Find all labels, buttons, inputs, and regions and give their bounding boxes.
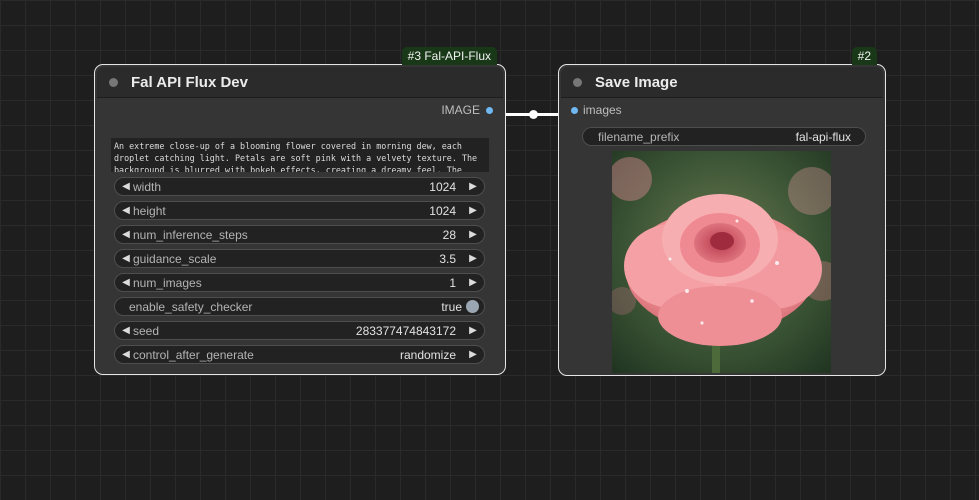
increment-arrow-icon[interactable]: ▶ <box>466 325 480 336</box>
decrement-arrow-icon[interactable]: ◀ <box>119 349 133 360</box>
widget-label: num_images <box>133 275 202 290</box>
widget-value: randomize <box>399 347 456 362</box>
decrement-arrow-icon[interactable]: ◀ <box>119 277 133 288</box>
output-label: IMAGE <box>441 103 480 117</box>
link-midpoint-handle[interactable] <box>529 110 538 119</box>
guidance-scale-widget[interactable]: ◀ guidance_scale 3.5 ▶ <box>114 249 485 268</box>
decrement-arrow-icon[interactable]: ◀ <box>119 205 133 216</box>
widget-value: 3.5 <box>439 251 456 266</box>
increment-arrow-icon[interactable]: ▶ <box>466 349 480 360</box>
widget-label: height <box>133 203 166 218</box>
increment-arrow-icon[interactable]: ▶ <box>466 181 480 192</box>
widget-label: enable_safety_checker <box>129 299 253 314</box>
widget-label: filename_prefix <box>598 129 680 144</box>
filename-prefix-field[interactable]: filename_prefix fal-api-flux <box>582 127 866 146</box>
node-title: Fal API Flux Dev <box>131 73 248 91</box>
widget-value: true <box>441 299 462 314</box>
node-title: Save Image <box>595 73 678 91</box>
widget-label: seed <box>133 323 160 338</box>
safety-checker-toggle[interactable]: enable_safety_checker true <box>114 297 485 316</box>
increment-arrow-icon[interactable]: ▶ <box>466 253 480 264</box>
output-dot-icon[interactable] <box>486 106 493 114</box>
input-label: images <box>583 103 622 117</box>
pink-rose-image <box>612 151 831 373</box>
decrement-arrow-icon[interactable]: ◀ <box>119 253 133 264</box>
decrement-arrow-icon[interactable]: ◀ <box>119 325 133 336</box>
image-preview <box>612 151 831 373</box>
widget-value: 1024 <box>429 203 456 218</box>
widget-value: 1024 <box>429 179 456 194</box>
num-inference-steps-widget[interactable]: ◀ num_inference_steps 28 ▶ <box>114 225 485 244</box>
widget-value: 28 <box>442 227 456 242</box>
widget-label: num_inference_steps <box>133 227 248 242</box>
increment-arrow-icon[interactable]: ▶ <box>466 277 480 288</box>
input-dot-icon[interactable] <box>571 106 578 114</box>
num-images-widget[interactable]: ◀ num_images 1 ▶ <box>114 273 485 292</box>
widget-value: 283377474843172 <box>355 323 456 338</box>
decrement-arrow-icon[interactable]: ◀ <box>119 229 133 240</box>
node-titlebar[interactable]: Fal API Flux Dev <box>97 67 503 98</box>
widget-label: guidance_scale <box>133 251 217 266</box>
node-id-badge: #3 Fal-API-Flux <box>401 47 497 65</box>
fal-api-flux-node[interactable]: #3 Fal-API-Flux Fal API Flux Dev IMAGE A… <box>94 47 506 375</box>
height-widget[interactable]: ◀ height 1024 ▶ <box>114 201 485 220</box>
increment-arrow-icon[interactable]: ▶ <box>466 205 480 216</box>
collapse-dot-icon[interactable] <box>573 77 582 87</box>
prompt-textarea[interactable]: An extreme close-up of a blooming flower… <box>111 138 489 172</box>
toggle-knob-icon[interactable] <box>466 300 479 313</box>
widget-value: 1 <box>449 275 456 290</box>
control-after-generate-widget[interactable]: ◀ control_after_generate randomize ▶ <box>114 345 485 364</box>
save-image-node[interactable]: #2 Save Image images filename_prefix fal… <box>558 47 886 376</box>
images-input-slot[interactable]: images <box>571 103 622 117</box>
node-id-badge: #2 <box>851 47 877 65</box>
decrement-arrow-icon[interactable]: ◀ <box>119 181 133 192</box>
widget-label: width <box>133 179 162 194</box>
image-output-slot[interactable]: IMAGE <box>441 103 493 117</box>
seed-widget[interactable]: ◀ seed 283377474843172 ▶ <box>114 321 485 340</box>
widget-value: fal-api-flux <box>795 129 851 144</box>
collapse-dot-icon[interactable] <box>109 77 118 87</box>
increment-arrow-icon[interactable]: ▶ <box>466 229 480 240</box>
width-widget[interactable]: ◀ width 1024 ▶ <box>114 177 485 196</box>
node-titlebar[interactable]: Save Image <box>561 67 883 98</box>
widget-label: control_after_generate <box>133 347 254 362</box>
